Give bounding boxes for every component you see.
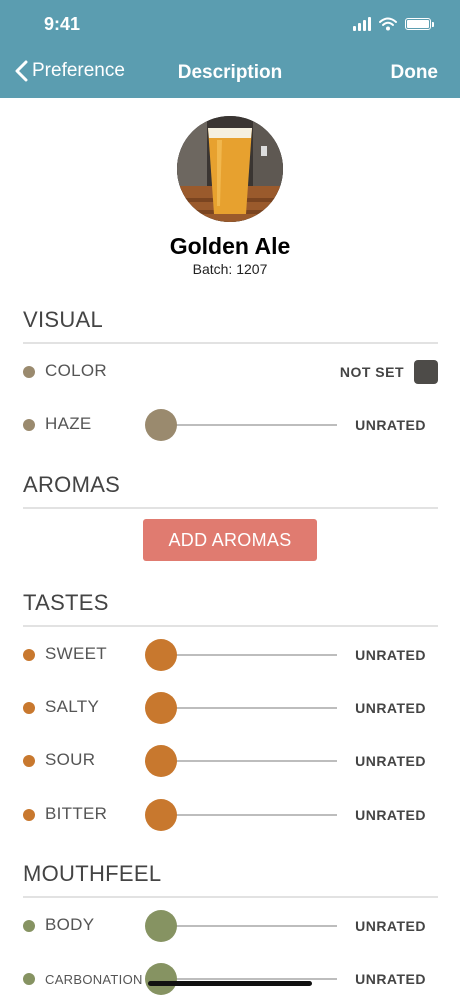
rating-status: UNRATED — [355, 971, 426, 987]
slider-thumb[interactable] — [145, 799, 177, 831]
divider — [23, 507, 438, 509]
rating-status: UNRATED — [355, 753, 426, 769]
attribute-row-sweet: SWEET UNRATED — [0, 637, 460, 673]
section-title-visual: VISUAL — [23, 307, 104, 332]
attribute-label: CARBONATION — [45, 972, 143, 987]
attribute-label: SOUR — [45, 750, 96, 769]
body-dot-icon — [23, 920, 35, 932]
slider-track — [160, 814, 337, 816]
attribute-label: HAZE — [45, 414, 92, 433]
sour-dot-icon — [23, 755, 35, 767]
battery-icon — [405, 18, 431, 30]
slider-thumb[interactable] — [145, 639, 177, 671]
home-indicator[interactable] — [148, 981, 312, 986]
divider — [23, 625, 438, 627]
attribute-row-bitter: BITTER UNRATED — [0, 797, 460, 833]
attribute-label: SALTY — [45, 697, 100, 716]
bitter-dot-icon — [23, 809, 35, 821]
attribute-label: COLOR — [45, 361, 107, 380]
sweet-dot-icon — [23, 649, 35, 661]
slider-track — [160, 925, 337, 927]
nav-bar: Preference Description Done — [0, 60, 460, 88]
slider-thumb[interactable] — [145, 910, 177, 942]
rating-status: UNRATED — [355, 918, 426, 934]
carbonation-dot-icon — [23, 973, 35, 985]
attribute-row-body: BODY UNRATED — [0, 908, 460, 944]
batch-number: Batch: 1207 — [192, 261, 268, 277]
salty-dot-icon — [23, 702, 35, 714]
rating-status: UNRATED — [355, 417, 426, 433]
attribute-row-haze: HAZE UNRATED — [0, 407, 460, 443]
status-time: 9:41 — [44, 14, 81, 34]
slider-thumb[interactable] — [145, 409, 177, 441]
divider — [23, 342, 438, 344]
rating-status: UNRATED — [355, 700, 426, 716]
color-dot-icon — [23, 366, 35, 378]
rating-status: UNRATED — [355, 647, 426, 663]
attribute-row-carbonation: CARBONATION UNRATED — [0, 961, 460, 997]
slider-track — [160, 707, 337, 709]
divider — [23, 896, 438, 898]
add-aromas-button[interactable]: ADD AROMAS — [143, 519, 317, 561]
beer-name: Golden Ale — [169, 233, 291, 259]
beer-photo — [177, 116, 283, 222]
haze-dot-icon — [23, 419, 35, 431]
attribute-row-color: COLOR NOT SET — [0, 354, 460, 390]
navigation-header: 9:41 Preference Description Done — [0, 0, 460, 98]
slider-thumb[interactable] — [145, 963, 177, 995]
status-bar: 9:41 — [0, 14, 460, 38]
color-status: NOT SET — [339, 364, 404, 380]
slider-thumb[interactable] — [145, 745, 177, 777]
slider-track — [160, 654, 337, 656]
section-title-aromas: AROMAS — [23, 472, 121, 497]
done-button[interactable]: Done — [391, 62, 439, 84]
slider-track — [160, 760, 337, 762]
wifi-icon — [379, 17, 397, 31]
attribute-row-sour: SOUR UNRATED — [0, 743, 460, 779]
section-title-mouthfeel: MOUTHFEEL — [23, 861, 162, 886]
status-icons — [353, 17, 434, 31]
attribute-label: SWEET — [45, 644, 107, 663]
color-swatch-button[interactable] — [414, 360, 438, 384]
battery-tip — [432, 21, 434, 27]
slider-track — [160, 978, 337, 980]
signal-icon — [353, 17, 371, 31]
attribute-label: BITTER — [45, 804, 108, 823]
rating-status: UNRATED — [355, 807, 426, 823]
attribute-row-salty: SALTY UNRATED — [0, 690, 460, 726]
section-title-tastes: TASTES — [23, 590, 109, 615]
slider-track — [160, 424, 337, 426]
slider-thumb[interactable] — [145, 692, 177, 724]
attribute-label: BODY — [45, 915, 95, 934]
